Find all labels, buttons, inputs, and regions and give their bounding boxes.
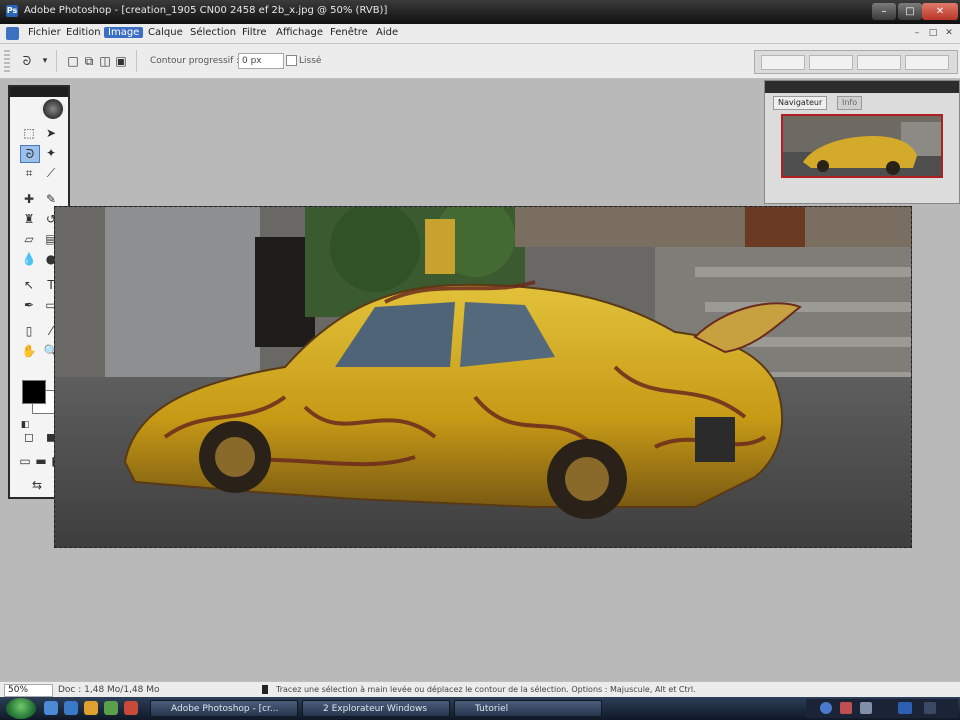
system-tray	[806, 699, 958, 718]
palette-tab[interactable]	[905, 55, 949, 70]
slice-icon[interactable]: ⟋	[42, 165, 60, 181]
crop-icon[interactable]: ⌗	[20, 165, 38, 181]
palette-tab[interactable]	[761, 55, 805, 70]
anti-alias-checkbox[interactable]	[286, 55, 297, 66]
window-title: Adobe Photoshop - [creation_1905 CN00 24…	[24, 5, 388, 16]
lasso-icon[interactable]: ᘐ	[20, 145, 40, 163]
document-menu-icon[interactable]	[6, 27, 19, 40]
path-selection-icon[interactable]: ↖	[20, 277, 38, 293]
menu-fichier[interactable]: Fichier	[24, 27, 65, 38]
notes-icon[interactable]: ▯	[20, 323, 38, 339]
menu-fenetre[interactable]: Fenêtre	[326, 27, 372, 38]
palette-well	[754, 50, 958, 74]
menu-aide[interactable]: Aide	[372, 27, 402, 38]
clone-stamp-icon[interactable]: ♜	[20, 211, 38, 227]
volume-icon[interactable]	[860, 702, 872, 714]
doc-close-button[interactable]: ✕	[942, 27, 956, 39]
lasso-tool-preset-icon[interactable]: ᘐ	[18, 53, 36, 69]
quicklaunch-app-icon[interactable]	[124, 701, 138, 715]
eraser-icon[interactable]: ▱	[20, 231, 38, 247]
hand-icon[interactable]: ✋	[20, 343, 38, 359]
doc-minimize-button[interactable]: –	[910, 27, 924, 39]
menu-bar: Fichier Edition Image Calque Sélection F…	[0, 24, 960, 44]
options-grip[interactable]	[4, 50, 10, 72]
play-arrow-icon[interactable]	[262, 685, 268, 694]
document-canvas[interactable]	[54, 206, 912, 548]
menu-edition[interactable]: Edition	[62, 27, 105, 38]
chevron-down-icon[interactable]: ▾	[36, 53, 54, 69]
taskbar-button-explorer[interactable]: 2 Explorateur Windows	[302, 700, 450, 717]
taskbar: Adobe Photoshop - [cr... 2 Explorateur W…	[0, 697, 960, 720]
document-size-info[interactable]: Doc : 1,48 Mo/1,48 Mo	[58, 684, 160, 696]
menu-selection[interactable]: Sélection	[186, 27, 240, 38]
close-button[interactable]: ✕	[922, 3, 958, 20]
car-photo	[55, 207, 911, 547]
maximize-button[interactable]: □	[898, 3, 922, 20]
tab-navigator[interactable]: Navigateur	[773, 96, 828, 110]
status-bar: 50% Doc : 1,48 Mo/1,48 Mo Tracez une sél…	[0, 681, 960, 698]
navigator-palette: Navigateur Info	[764, 80, 960, 204]
navigator-title-bar[interactable]	[765, 81, 959, 93]
show-desktop-icon[interactable]	[44, 701, 58, 715]
zoom-field[interactable]: 50%	[4, 684, 53, 697]
navigator-preview[interactable]	[781, 114, 943, 178]
clock-icon[interactable]	[924, 702, 936, 714]
doc-restore-button[interactable]: □	[926, 27, 940, 39]
network-icon[interactable]	[820, 702, 832, 714]
media-player-icon[interactable]	[104, 701, 118, 715]
toolbox-title-bar[interactable]	[10, 87, 68, 97]
palette-tab[interactable]	[809, 55, 853, 70]
pen-icon[interactable]: ✒	[20, 297, 38, 313]
healing-brush-icon[interactable]: ✚	[20, 191, 38, 207]
menu-calque[interactable]: Calque	[144, 27, 187, 38]
foreground-color-swatch[interactable]	[22, 380, 46, 404]
photoshop-app-icon: Ps	[6, 5, 18, 17]
intersect-selection-icon[interactable]: ▣	[112, 53, 130, 69]
navigator-thumbnail	[783, 116, 941, 176]
taskbar-button-tutoriel[interactable]: Tutoriel	[454, 700, 602, 717]
jump-to-imageready-icon[interactable]: ⇆	[28, 477, 46, 493]
window-title-bar: Ps Adobe Photoshop - [creation_1905 CN00…	[0, 0, 960, 24]
menu-image[interactable]: Image	[104, 27, 144, 38]
menu-filtre[interactable]: Filtre	[238, 27, 271, 38]
start-button[interactable]	[6, 698, 36, 719]
tray-app-icon[interactable]	[840, 702, 852, 714]
taskbar-button-photoshop[interactable]: Adobe Photoshop - [cr...	[150, 700, 298, 717]
move-icon[interactable]: ➤	[42, 125, 60, 141]
standard-mode-icon[interactable]: ◻	[20, 429, 38, 445]
palette-tab[interactable]	[857, 55, 901, 70]
marquee-icon[interactable]: ⬚	[20, 125, 38, 141]
photoshop-eye-logo[interactable]	[40, 99, 66, 119]
tray-status-icon[interactable]	[898, 702, 912, 714]
feather-label: Contour progressif :	[150, 56, 240, 66]
internet-explorer-icon[interactable]	[64, 701, 78, 715]
anti-alias-label: Lissé	[299, 56, 322, 66]
folder-icon[interactable]	[84, 701, 98, 715]
options-divider	[56, 50, 57, 72]
minimize-button[interactable]: –	[872, 3, 896, 20]
blur-icon[interactable]: 💧	[20, 251, 38, 267]
options-divider	[136, 50, 137, 72]
magic-wand-icon[interactable]: ✦	[42, 145, 60, 161]
menu-affichage[interactable]: Affichage	[272, 27, 327, 38]
tab-info[interactable]: Info	[837, 96, 863, 110]
brush-icon[interactable]: ✎	[42, 191, 60, 207]
status-hint: Tracez une sélection à main levée ou dép…	[276, 685, 696, 694]
feather-input[interactable]: 0 px	[238, 53, 284, 69]
